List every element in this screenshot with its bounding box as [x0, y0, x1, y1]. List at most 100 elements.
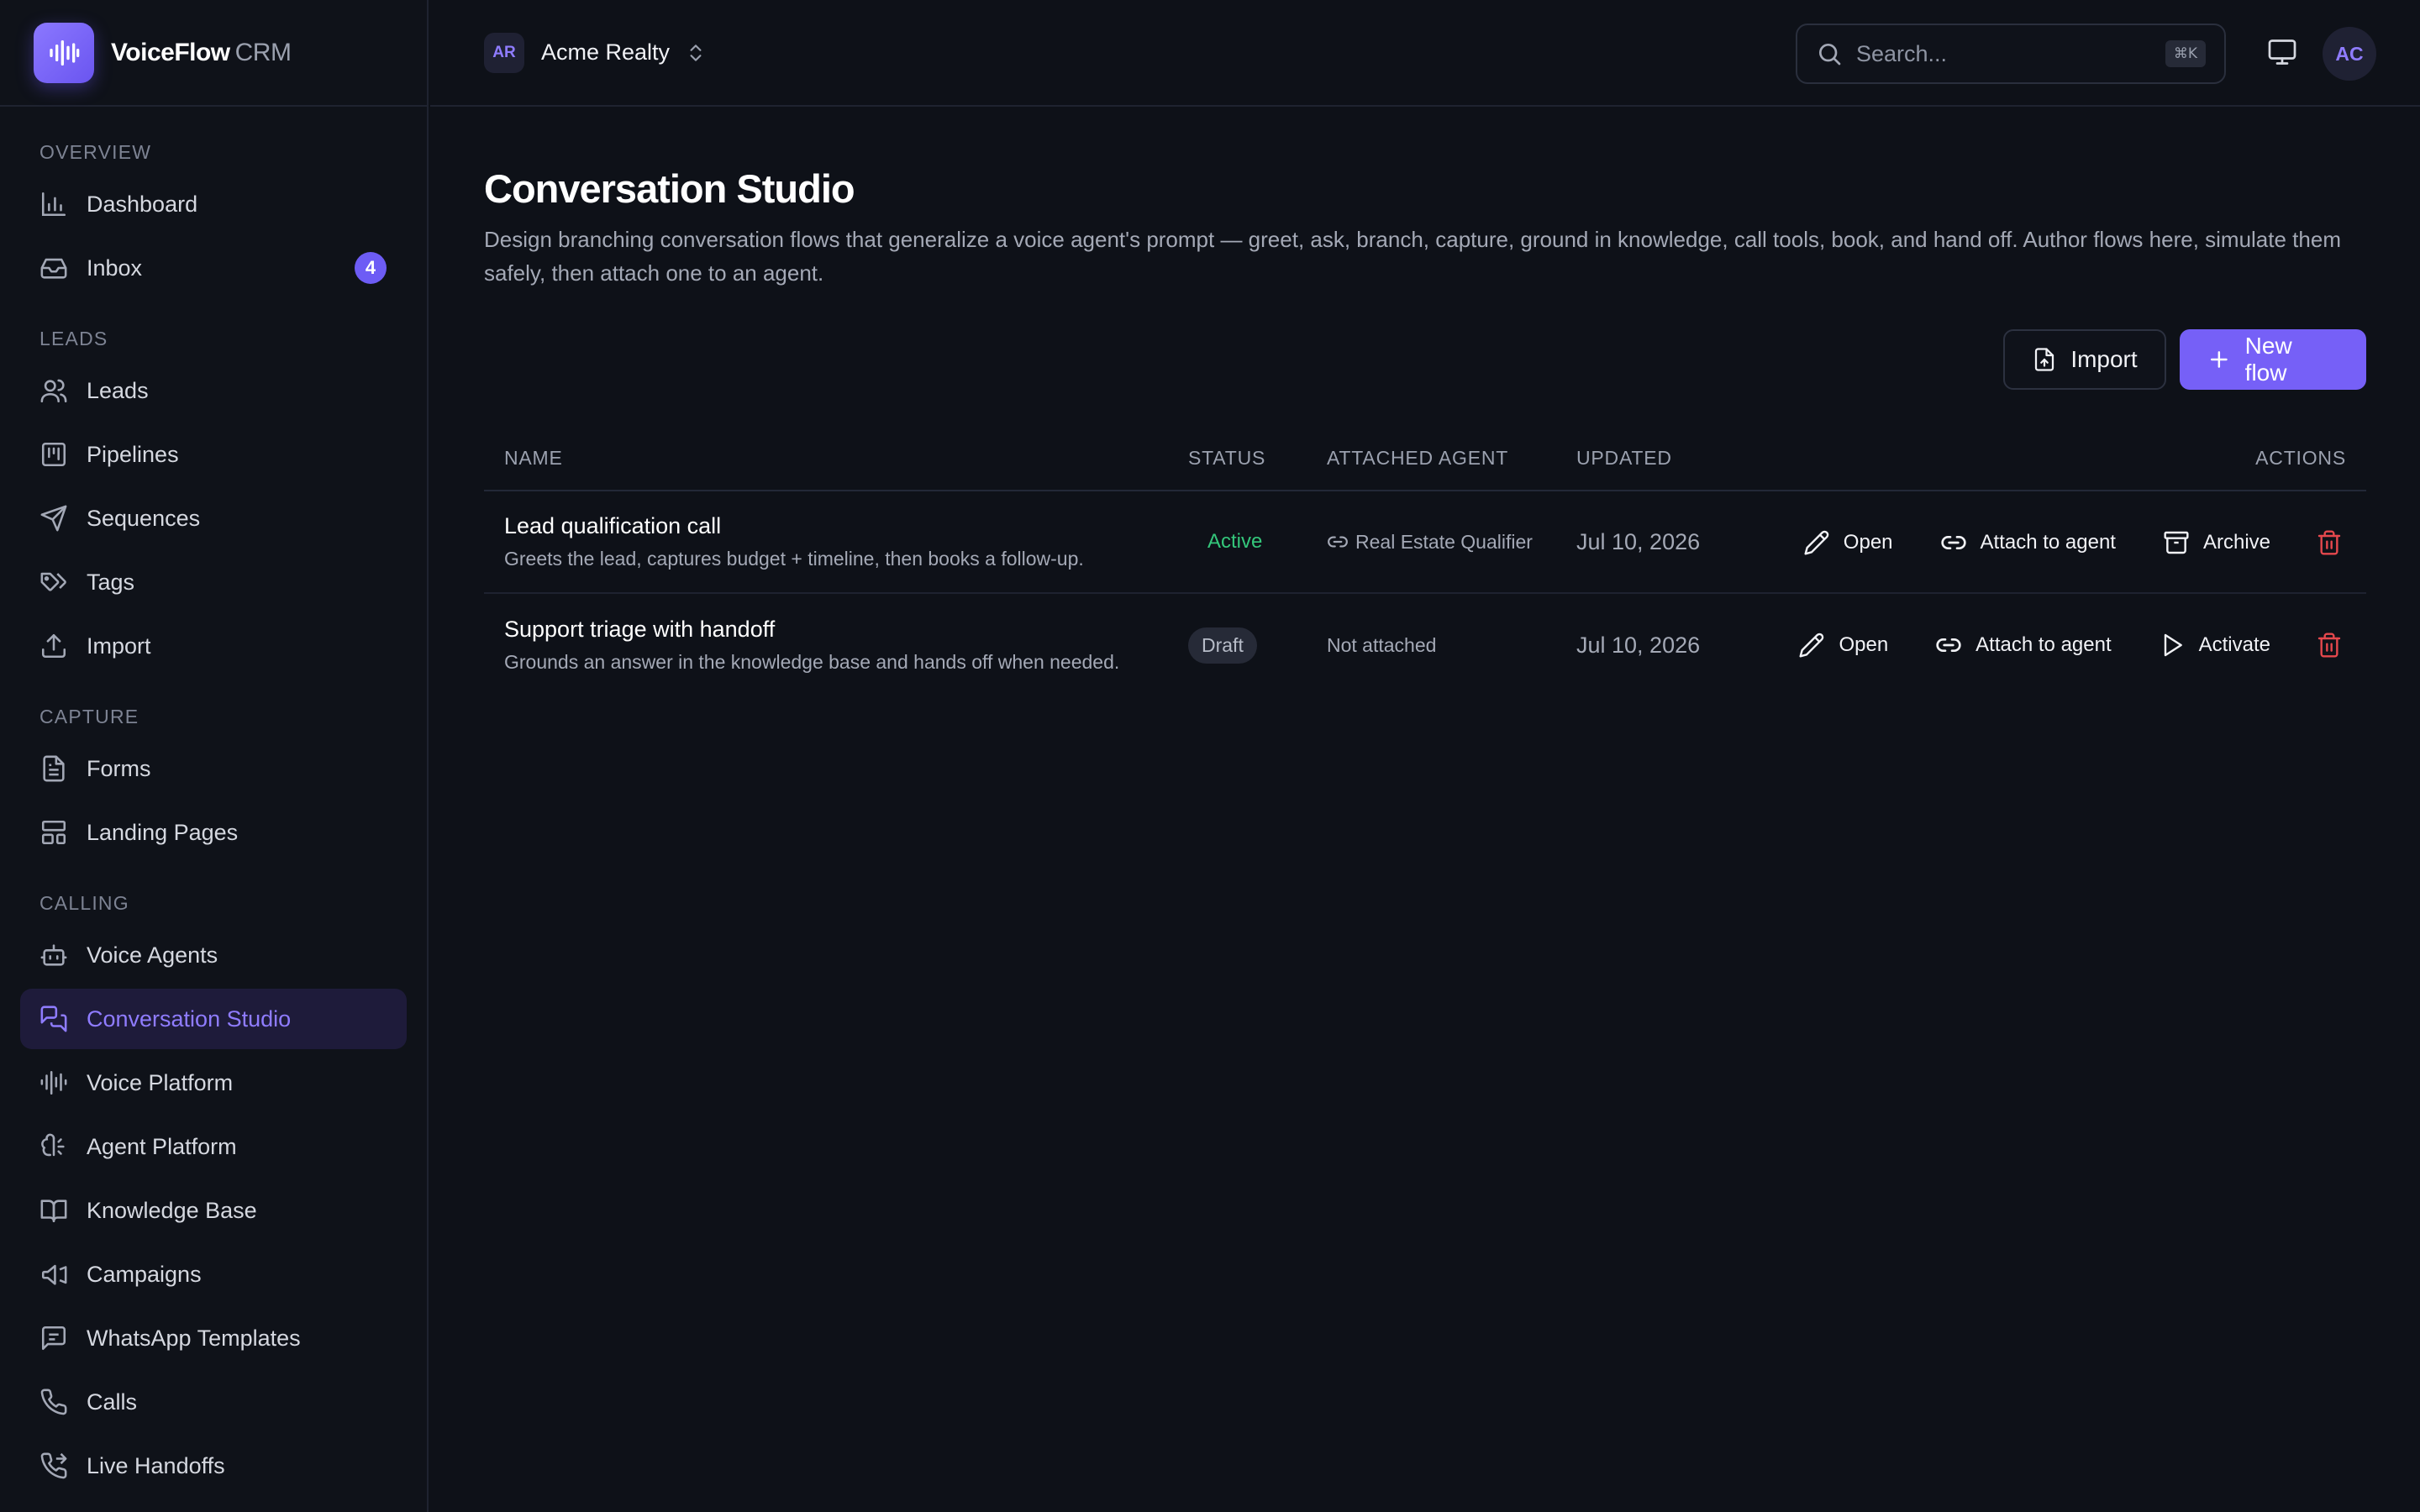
brand-name: VoiceFlow	[111, 38, 230, 66]
sidebar-item-sequences[interactable]: Sequences	[20, 488, 407, 549]
sidebar-item-label: Agent Platform	[87, 1133, 237, 1159]
attached-agent-name: Real Estate Qualifier	[1355, 530, 1533, 553]
sidebar-item-label: Inbox	[87, 255, 143, 281]
link-icon	[1328, 536, 1348, 548]
attach-to-agent-button[interactable]: Attach to agent	[1940, 529, 2116, 556]
kanban-icon	[41, 442, 66, 467]
updated-date: Jul 10, 2026	[1576, 528, 1701, 554]
flow-name-cell: Support triage with handoff Grounds an a…	[504, 617, 1119, 674]
search-box[interactable]: ⌘K	[1796, 24, 2226, 84]
sidebar-item-label: Forms	[87, 755, 151, 781]
bot-icon	[40, 944, 67, 966]
column-header-updated[interactable]: UPDATED	[1576, 447, 1672, 470]
monitor-icon	[2268, 39, 2296, 65]
audio-lines-icon	[40, 1070, 67, 1095]
nav-section-title: CAPTURE	[39, 706, 139, 727]
table-row[interactable]: Lead qualification call Greets the lead,…	[484, 491, 2366, 594]
agent-icon	[41, 1133, 65, 1157]
open-label: Open	[1843, 531, 1893, 554]
sidebar-item-leads[interactable]: Leads	[20, 360, 407, 421]
table-row[interactable]: Support triage with handoff Grounds an a…	[484, 594, 2366, 696]
nav-section-overview: OVERVIEW Dashboard Inbox 4	[0, 135, 427, 298]
sidebar-item-label: Conversation Studio	[87, 1005, 292, 1032]
attached-agent[interactable]: Real Estate Qualifier	[1327, 531, 1533, 554]
users-icon	[40, 379, 67, 403]
sidebar-item-label: Voice Agents	[87, 942, 218, 968]
sidebar-item-inbox[interactable]: Inbox 4	[20, 238, 407, 298]
display-toggle-button[interactable]	[2267, 37, 2301, 71]
sidebar-item-live-handoffs[interactable]: Live Handoffs	[20, 1436, 407, 1496]
attached-agent: Not attached	[1327, 634, 1436, 657]
chevrons-up-down-icon	[690, 44, 702, 61]
sidebar-item-agent-platform[interactable]: Agent Platform	[20, 1116, 407, 1177]
column-header-actions: ACTIONS	[2255, 446, 2346, 469]
sidebar-item-tags[interactable]: Tags	[20, 552, 407, 612]
brand[interactable]: VoiceFlow CRM	[0, 0, 427, 107]
sidebar-item-forms[interactable]: Forms	[20, 738, 407, 799]
sidebar-item-dashboard[interactable]: Dashboard	[20, 174, 407, 234]
import-button[interactable]: Import	[2003, 329, 2166, 390]
user-avatar[interactable]: AC	[2323, 27, 2376, 81]
upload-icon	[41, 633, 66, 659]
book-open-icon	[40, 1200, 67, 1223]
column-header-name[interactable]: NAME	[504, 447, 563, 470]
sidebar-item-conversation-studio[interactable]: Conversation Studio	[20, 989, 407, 1049]
sidebar: VoiceFlow CRM OVERVIEW Dashboard Inbox 4…	[0, 0, 429, 1512]
inbox-count-badge: 4	[355, 252, 387, 284]
sidebar-item-label: Pipelines	[87, 441, 179, 467]
flow-description: Greets the lead, captures budget + timel…	[504, 548, 1084, 570]
sidebar-item-knowledge-base[interactable]: Knowledge Base	[20, 1180, 407, 1241]
sidebar-item-label: Landing Pages	[87, 819, 239, 845]
play-icon	[2164, 633, 2182, 657]
messages-icon	[40, 1005, 67, 1032]
page-description: Design branching conversation flows that…	[484, 227, 2341, 286]
org-avatar: AR	[484, 32, 524, 73]
column-header-status[interactable]: STATUS	[1188, 447, 1265, 470]
sidebar-item-campaigns[interactable]: Campaigns	[20, 1244, 407, 1305]
column-header-agent[interactable]: ATTACHED AGENT	[1327, 447, 1508, 470]
link-icon	[1936, 638, 1961, 652]
delete-button[interactable]	[2316, 529, 2343, 556]
open-button[interactable]: Open	[1803, 529, 1893, 556]
sidebar-item-pipelines[interactable]: Pipelines	[20, 424, 407, 485]
message-square-icon	[41, 1326, 66, 1351]
status-cell: Draft	[1188, 627, 1257, 664]
bar-chart-icon	[41, 192, 66, 217]
sidebar-item-whatsapp-templates[interactable]: WhatsApp Templates	[20, 1308, 407, 1368]
search-input[interactable]	[1856, 40, 2142, 67]
attach-to-agent-button[interactable]: Attach to agent	[1935, 632, 2112, 659]
page-title: Conversation Studio	[484, 166, 855, 211]
sidebar-item-label: Calls	[87, 1389, 138, 1415]
sidebar-item-voice-platform[interactable]: Voice Platform	[20, 1053, 407, 1113]
archive-button[interactable]: Archive	[2163, 529, 2270, 556]
file-upload-icon	[2035, 348, 2054, 371]
activate-button[interactable]: Activate	[2159, 632, 2270, 659]
search-shortcut: ⌘K	[2165, 40, 2206, 67]
page-actions: Import New flow	[2003, 329, 2366, 390]
inbox-icon	[40, 258, 67, 279]
nav-section-leads: LEADS Leads Pipelines Sequences Tags Imp…	[0, 322, 427, 676]
new-flow-button[interactable]: New flow	[2180, 329, 2366, 390]
sidebar-item-calls[interactable]: Calls	[20, 1372, 407, 1432]
sidebar-item-import[interactable]: Import	[20, 616, 407, 676]
layout-icon	[41, 820, 66, 845]
nav-section-title: OVERVIEW	[39, 141, 152, 163]
tags-icon	[40, 572, 66, 591]
open-button[interactable]: Open	[1798, 632, 1888, 659]
org-switcher[interactable]: AR Acme Realty	[484, 32, 707, 73]
sidebar-item-voice-agents[interactable]: Voice Agents	[20, 925, 407, 985]
sidebar-item-label: Leads	[87, 377, 149, 403]
nav-section-title: CALLING	[39, 892, 129, 914]
delete-button[interactable]	[2316, 632, 2343, 659]
sidebar-item-landing-pages[interactable]: Landing Pages	[20, 802, 407, 863]
sidebar-item-label: Live Handoffs	[87, 1452, 225, 1478]
flow-name[interactable]: Lead qualification call	[504, 513, 1084, 539]
search-icon	[1819, 44, 1841, 66]
sidebar-item-label: Import	[87, 633, 151, 659]
activate-label: Activate	[2198, 633, 2270, 656]
archive-label: Archive	[2202, 531, 2270, 554]
open-label: Open	[1839, 633, 1889, 656]
status-cell: Active	[1207, 530, 1262, 554]
sidebar-item-label: Tags	[87, 569, 135, 595]
flow-name[interactable]: Support triage with handoff	[504, 617, 1119, 643]
